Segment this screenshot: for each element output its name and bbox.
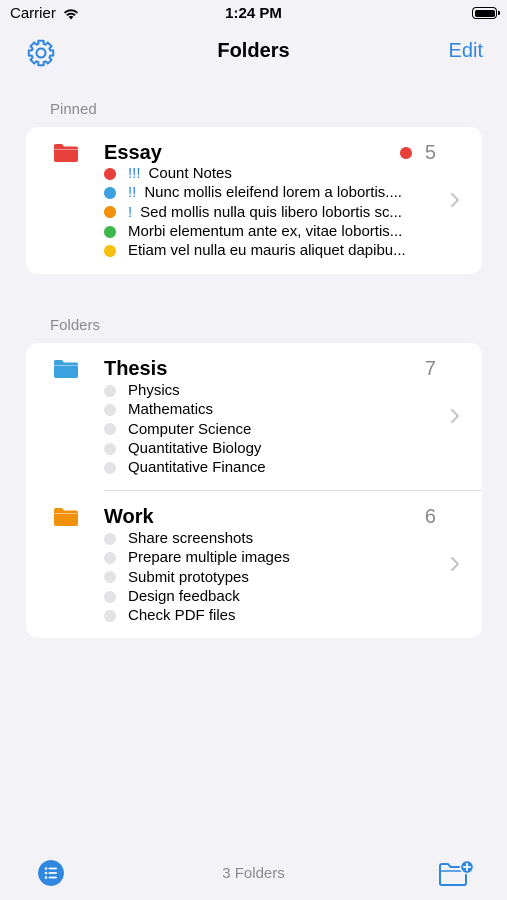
folder-icon bbox=[54, 360, 78, 378]
note-dot bbox=[104, 442, 116, 455]
chevron-right-icon bbox=[451, 193, 459, 207]
status-time: 1:24 PM bbox=[225, 5, 282, 22]
note-item: Share screenshots bbox=[104, 529, 434, 548]
folder-count: 7 bbox=[424, 358, 436, 380]
note-title: Sed mollis nulla quis libero lobortis sc… bbox=[140, 203, 402, 221]
priority-dot bbox=[104, 167, 116, 180]
folder-icon bbox=[54, 144, 78, 162]
section-header-folders: Folders bbox=[50, 317, 101, 334]
folder-row-thesis[interactable]: Thesis 7 Physics Mathematics Computer Sc… bbox=[26, 343, 482, 490]
note-item: Mathematics bbox=[104, 400, 434, 419]
priority-marker: !!! bbox=[128, 165, 141, 183]
note-dot bbox=[104, 551, 116, 564]
note-title: Check PDF files bbox=[128, 607, 236, 625]
note-title: Share screenshots bbox=[128, 530, 254, 548]
folder-row-essay[interactable]: Essay 5 !!! Count Notes !! Nunc mollis e… bbox=[26, 127, 482, 274]
priority-marker: !! bbox=[128, 184, 137, 202]
priority-dot bbox=[104, 244, 116, 257]
folder-row-work[interactable]: Work 6 Share screenshots Prepare multipl… bbox=[26, 491, 482, 638]
folder-count: 6 bbox=[424, 506, 436, 528]
note-title: Mathematics bbox=[128, 401, 214, 419]
status-bar: Carrier 1:24 PM bbox=[0, 0, 507, 28]
note-title: Nunc mollis eleifend lorem a lobortis...… bbox=[144, 184, 402, 202]
note-title: Morbi elementum ante ex, vitae lobortis.… bbox=[128, 223, 403, 241]
note-title: Etiam vel nulla eu mauris aliquet dapibu… bbox=[128, 242, 406, 260]
pinned-card: Essay 5 !!! Count Notes !! Nunc mollis e… bbox=[26, 127, 482, 274]
folder-name: Thesis bbox=[104, 358, 168, 380]
note-list: !!! Count Notes !! Nunc mollis eleifend … bbox=[104, 164, 434, 260]
priority-marker: ! bbox=[128, 203, 133, 221]
note-dot bbox=[104, 403, 116, 416]
note-item: Morbi elementum ante ex, vitae lobortis.… bbox=[104, 222, 434, 241]
folder-name: Work bbox=[104, 506, 154, 528]
note-item: !! Nunc mollis eleifend lorem a lobortis… bbox=[104, 183, 434, 202]
priority-dot bbox=[104, 186, 116, 199]
note-dot bbox=[104, 384, 116, 397]
note-title: Design feedback bbox=[128, 588, 240, 606]
folder-name: Essay bbox=[104, 142, 162, 164]
note-title: Physics bbox=[128, 382, 180, 400]
note-item: Design feedback bbox=[104, 587, 434, 606]
note-title: Quantitative Biology bbox=[128, 440, 262, 458]
note-list: Physics Mathematics Computer Science Qua… bbox=[104, 381, 434, 477]
battery-icon bbox=[472, 7, 500, 19]
note-dot bbox=[104, 590, 116, 603]
folder-plus-icon[interactable] bbox=[438, 859, 474, 887]
section-header-pinned: Pinned bbox=[50, 101, 97, 118]
chevron-right-icon bbox=[451, 557, 459, 571]
note-item: Submit prototypes bbox=[104, 568, 434, 587]
note-dot bbox=[104, 609, 116, 622]
note-list: Share screenshots Prepare multiple image… bbox=[104, 529, 434, 625]
note-item: Prepare multiple images bbox=[104, 548, 434, 567]
folder-count: 5 bbox=[424, 142, 436, 164]
priority-dot bbox=[104, 225, 116, 238]
folder-count-label: 3 Folders bbox=[222, 865, 285, 882]
note-title: Count Notes bbox=[148, 165, 232, 183]
note-item: Physics bbox=[104, 381, 434, 400]
priority-dot bbox=[104, 206, 116, 219]
note-dot bbox=[104, 532, 116, 545]
note-item: Check PDF files bbox=[104, 606, 434, 625]
page-title: Folders bbox=[217, 40, 290, 62]
note-item: !!! Count Notes bbox=[104, 164, 434, 183]
note-item: Computer Science bbox=[104, 420, 434, 439]
chevron-right-icon bbox=[451, 409, 459, 423]
note-title: Prepare multiple images bbox=[128, 549, 290, 567]
note-dot bbox=[104, 461, 116, 474]
folders-card: Thesis 7 Physics Mathematics Computer Sc… bbox=[26, 343, 482, 638]
note-title: Quantitative Finance bbox=[128, 459, 266, 477]
note-item: Etiam vel nulla eu mauris aliquet dapibu… bbox=[104, 241, 434, 260]
note-dot bbox=[104, 571, 116, 584]
note-dot bbox=[104, 423, 116, 436]
folder-color-dot bbox=[400, 147, 412, 159]
nav-bar: Folders Edit bbox=[0, 28, 507, 78]
note-item: Quantitative Finance bbox=[104, 458, 434, 477]
note-item: Quantitative Biology bbox=[104, 439, 434, 458]
folder-icon bbox=[54, 508, 78, 526]
note-title: Computer Science bbox=[128, 420, 252, 438]
note-item: ! Sed mollis nulla quis libero lobortis … bbox=[104, 203, 434, 222]
edit-button[interactable]: Edit bbox=[449, 40, 483, 63]
note-title: Submit prototypes bbox=[128, 568, 249, 586]
